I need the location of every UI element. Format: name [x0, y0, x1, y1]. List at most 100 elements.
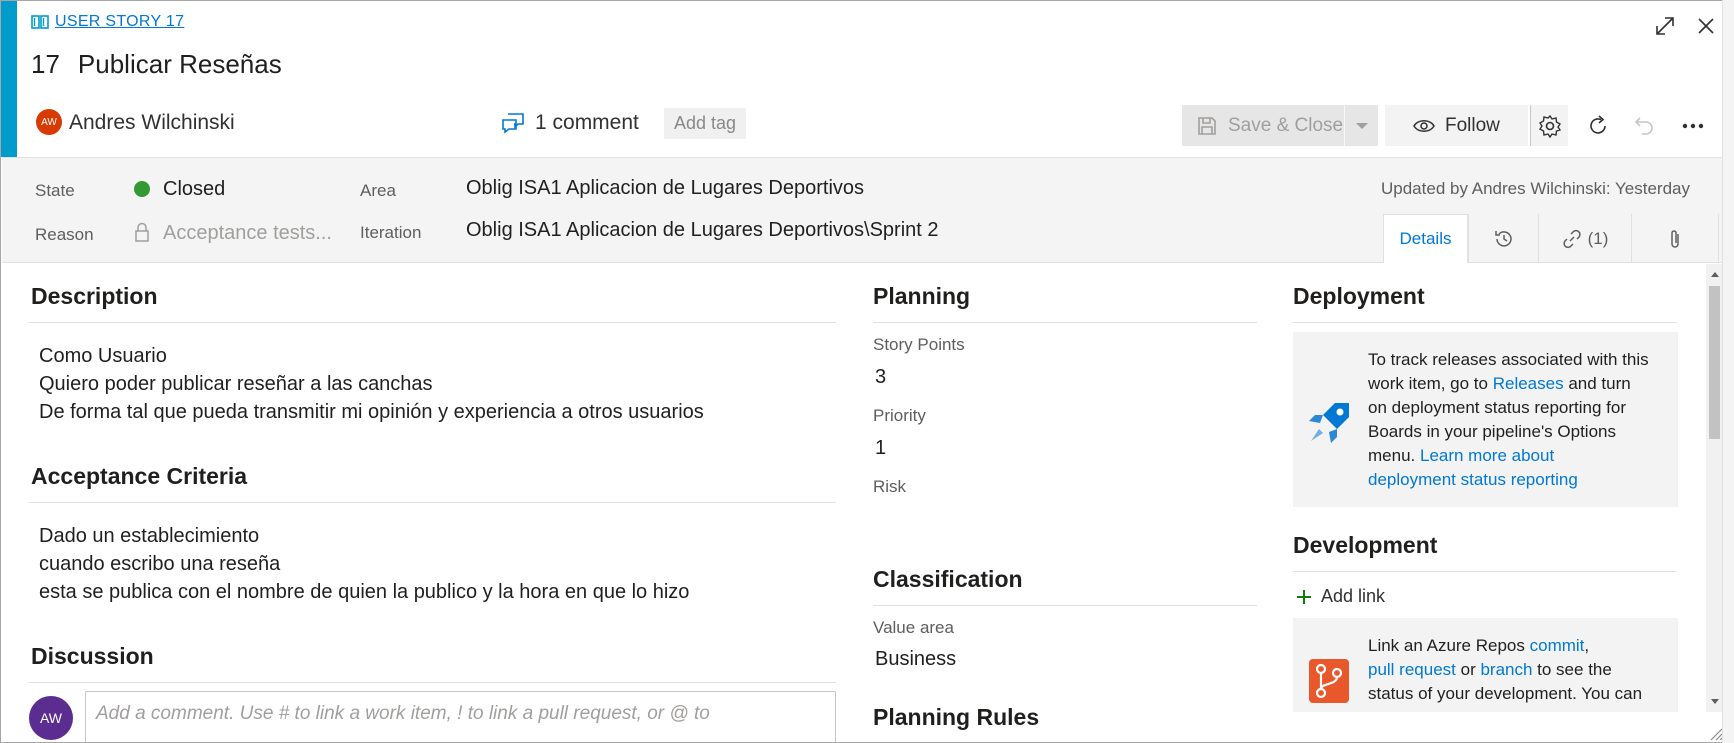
work-item-type-label[interactable]: USER STORY 17 [55, 13, 184, 31]
iteration-label: Iteration [360, 223, 422, 242]
add-link-button[interactable]: Add link [1296, 586, 1385, 607]
git-branch-icon [1309, 659, 1349, 703]
description-line: Quiero poder publicar reseñar a las canc… [39, 373, 433, 395]
risk-label: Risk [873, 477, 907, 496]
development-text-line: pull request or branch to see the [1368, 658, 1642, 682]
work-item-dialog: USER STORY 17 17 Publicar Reseñas AW And… [0, 0, 1734, 743]
state-dropdown[interactable]: Closed [163, 178, 225, 201]
iteration-field[interactable]: Oblig ISA1 Aplicacion de Lugares Deporti… [466, 219, 939, 242]
work-item-type-color-bar [1, 1, 17, 157]
scroll-up-arrow-icon[interactable] [1706, 266, 1723, 282]
undo-icon[interactable] [1628, 109, 1662, 143]
state-label: State [35, 181, 75, 200]
tab-links[interactable]: (1) [1538, 214, 1631, 263]
rocket-icon [1309, 403, 1349, 443]
learn-more-link[interactable]: Learn more about [1420, 446, 1554, 465]
follow-button[interactable]: Follow [1385, 105, 1528, 146]
comment-input[interactable]: Add a comment. Use # to link a work item… [85, 691, 836, 742]
divider [873, 322, 1257, 323]
divider [29, 682, 836, 683]
reason-label: Reason [35, 225, 94, 244]
work-item-tabs: Details (1) [1383, 214, 1719, 263]
value-area-field[interactable]: Business [875, 648, 956, 671]
resize-grip-icon[interactable] [1707, 725, 1723, 741]
link-icon [1562, 229, 1581, 248]
work-item-title-text[interactable]: Publicar Reseñas [78, 49, 282, 80]
story-points-label: Story Points [873, 335, 965, 354]
deployment-text-line: menu. Learn more about [1368, 444, 1649, 468]
reason-field: Acceptance tests... [163, 222, 332, 244]
pull-request-link[interactable]: pull request [1368, 660, 1456, 679]
more-actions-icon[interactable] [1676, 109, 1710, 143]
deployment-text: and turn [1563, 374, 1631, 393]
save-options-dropdown[interactable] [1344, 105, 1378, 146]
description-field[interactable]: Como Usuario Quiero poder publicar reseñ… [39, 342, 704, 426]
development-text: , [1584, 636, 1590, 655]
acceptance-criteria-field[interactable]: Dado un establecimiento cuando escribo u… [39, 522, 689, 606]
planning-rules-heading: Planning Rules [873, 704, 1040, 730]
commit-link[interactable]: commit [1530, 636, 1585, 655]
branch-link[interactable]: branch [1480, 660, 1532, 679]
add-link-label: Add link [1321, 586, 1386, 606]
expand-icon[interactable] [1652, 13, 1678, 39]
area-label: Area [360, 181, 396, 200]
classification-heading: Classification [873, 566, 1023, 592]
links-count: (1) [1587, 228, 1609, 248]
deployment-description: To track releases associated with this w… [1368, 348, 1649, 492]
lock-icon [135, 222, 149, 242]
divider [873, 605, 1257, 606]
assignee-avatar[interactable]: AW [36, 109, 62, 135]
window-edge [1722, 0, 1734, 743]
story-points-field[interactable]: 3 [875, 366, 886, 389]
book-icon [31, 15, 49, 29]
deployment-text-line: To track releases associated with this [1368, 350, 1649, 369]
development-description: Link an Azure Repos commit, pull request… [1368, 634, 1642, 706]
assignee-name[interactable]: Andres Wilchinski [69, 111, 235, 135]
description-line: Como Usuario [39, 345, 167, 367]
description-line: De forma tal que pueda transmitir mi opi… [39, 401, 704, 423]
development-text-line: Link an Azure Repos commit, [1368, 634, 1642, 658]
save-close-button[interactable]: Save & Close [1182, 105, 1378, 146]
work-item-id: 17 [31, 49, 60, 79]
acceptance-line: esta se publica con el nombre de quien l… [39, 581, 690, 603]
work-item-type-link[interactable]: USER STORY 17 [31, 13, 184, 31]
learn-more-link-cont[interactable]: deployment status reporting [1368, 470, 1578, 489]
priority-field[interactable]: 1 [875, 437, 886, 460]
work-item-title[interactable]: 17 Publicar Reseñas [31, 49, 282, 80]
deployment-text: menu. [1368, 446, 1420, 465]
comment-icon [502, 113, 524, 134]
deployment-text-line: work item, go to Releases and turn [1368, 372, 1649, 396]
tab-details[interactable]: Details [1383, 214, 1468, 263]
deployment-heading: Deployment [1293, 283, 1425, 309]
deployment-text-line: on deployment status reporting for [1368, 398, 1626, 417]
deployment-text-line: Boards in your pipeline's Options [1368, 422, 1616, 441]
scrollbar-thumb[interactable] [1709, 286, 1720, 439]
tab-attachments[interactable] [1631, 214, 1719, 263]
divider [29, 502, 836, 503]
settings-button[interactable] [1530, 105, 1568, 146]
add-tag-button[interactable]: Add tag [664, 108, 747, 139]
scroll-down-arrow-icon[interactable] [1706, 694, 1723, 710]
close-icon[interactable] [1693, 13, 1719, 39]
updated-by-text[interactable]: Updated by Andres Wilchinski: Yesterday [1381, 179, 1690, 199]
acceptance-criteria-heading: Acceptance Criteria [31, 463, 248, 489]
development-heading: Development [1293, 532, 1438, 558]
divider [29, 322, 836, 323]
planning-heading: Planning [873, 283, 971, 309]
follow-label: Follow [1445, 114, 1500, 136]
risk-field[interactable] [875, 501, 1235, 531]
tab-history[interactable] [1468, 214, 1538, 263]
comments-link[interactable]: 1 comment [501, 111, 639, 135]
value-area-label: Value area [873, 618, 954, 637]
development-text: to see the [1532, 660, 1612, 679]
history-icon [1494, 230, 1512, 247]
releases-link[interactable]: Releases [1493, 374, 1564, 393]
deployment-text: work item, go to [1368, 374, 1493, 393]
area-field[interactable]: Oblig ISA1 Aplicacion de Lugares Deporti… [466, 177, 864, 200]
paperclip-icon [1671, 229, 1679, 248]
current-user-avatar: AW [29, 696, 73, 740]
content-scrollbar[interactable] [1706, 264, 1723, 712]
state-indicator [134, 181, 150, 197]
acceptance-line: Dado un establecimiento [39, 525, 260, 547]
refresh-icon[interactable] [1581, 109, 1615, 143]
